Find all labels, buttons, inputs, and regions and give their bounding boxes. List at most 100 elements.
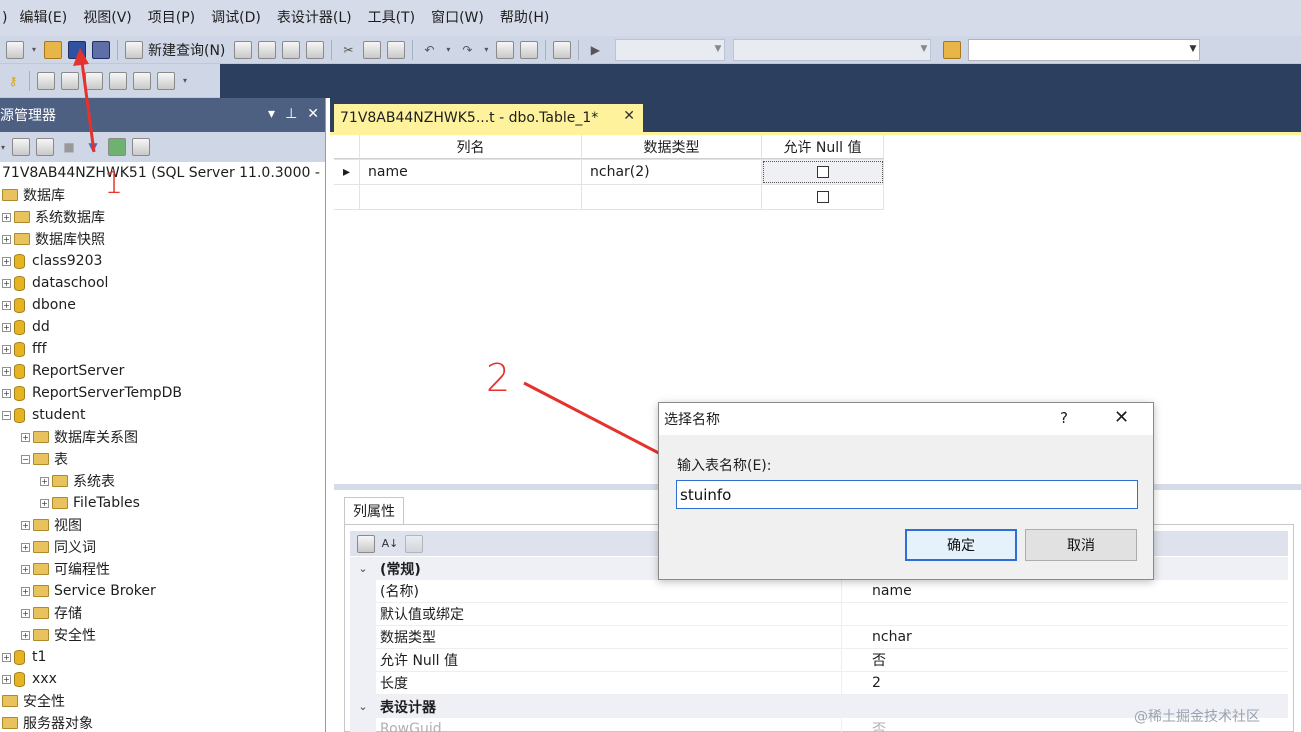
solution-platform-combo[interactable]: ▼ xyxy=(733,38,932,61)
close-icon[interactable]: ✕ xyxy=(623,108,635,124)
tree-node[interactable]: − student xyxy=(0,404,86,426)
tree-node[interactable]: 服务器对象 xyxy=(0,712,93,732)
xmla-query-icon[interactable] xyxy=(306,40,325,59)
property-row[interactable]: (名称) name xyxy=(350,580,1288,603)
expand-icon[interactable]: + xyxy=(2,322,11,332)
table-row[interactable] xyxy=(334,185,884,210)
expand-icon[interactable]: + xyxy=(21,564,30,574)
menu-item-file-partial[interactable]: ) xyxy=(0,0,11,36)
disconnect-icon[interactable] xyxy=(36,138,54,156)
chevron-down-icon[interactable]: ⌄ xyxy=(350,557,376,580)
close-icon[interactable]: ✕ xyxy=(307,106,319,122)
expand-icon[interactable]: + xyxy=(2,674,11,684)
check-constraints-icon[interactable] xyxy=(133,71,151,90)
menu-item-help[interactable]: 帮助(H) xyxy=(492,0,557,36)
table-row[interactable]: ▸ name nchar(2) xyxy=(334,160,884,185)
property-value[interactable] xyxy=(842,603,1288,626)
copy-icon[interactable] xyxy=(363,40,382,59)
pin-icon[interactable]: ⊥ xyxy=(285,106,297,122)
tree-node[interactable]: + 视图 xyxy=(0,514,82,536)
filter-icon[interactable]: ▼ xyxy=(84,138,102,156)
dropdown-arrow-icon[interactable]: ▾ xyxy=(30,41,38,59)
allow-null-checkbox[interactable] xyxy=(816,166,829,178)
expand-icon[interactable]: + xyxy=(40,476,49,486)
allow-null-cell[interactable] xyxy=(762,185,884,209)
start-debugging-icon[interactable]: ▶ xyxy=(586,41,604,59)
activity-icon[interactable] xyxy=(132,138,150,156)
new-query-button[interactable]: 新建查询(N) xyxy=(148,40,225,60)
ok-button[interactable]: 确定 xyxy=(905,529,1017,561)
row-selector[interactable] xyxy=(334,185,360,209)
undo-icon[interactable]: ↶ xyxy=(420,41,438,59)
expand-icon[interactable]: + xyxy=(21,520,30,530)
menu-item-edit[interactable]: 编辑(E) xyxy=(11,0,75,36)
tree-node[interactable]: + dd xyxy=(0,316,50,338)
tree-node[interactable]: + 数据库快照 xyxy=(0,228,105,250)
find-combo[interactable]: ▼ xyxy=(968,38,1201,61)
tree-node[interactable]: + 系统表 xyxy=(0,470,115,492)
tree-node[interactable]: + 同义词 xyxy=(0,536,96,558)
tree-node[interactable]: + t1 xyxy=(0,646,46,668)
tree-node[interactable]: + 系统数据库 xyxy=(0,206,105,228)
expand-icon[interactable]: + xyxy=(21,630,30,640)
expand-icon[interactable]: + xyxy=(2,344,11,354)
open-file-icon[interactable] xyxy=(44,40,62,59)
tree-node[interactable]: 71V8AB44NZHWK51 (SQL Server 11.0.3000 - xyxy=(0,162,320,184)
tree-node[interactable]: + 安全性 xyxy=(0,624,96,646)
table-name-input[interactable] xyxy=(676,480,1138,509)
panel-menu-icon[interactable]: ▾ xyxy=(268,106,275,122)
expand-icon[interactable]: + xyxy=(21,586,30,596)
find-in-files-icon[interactable] xyxy=(943,40,962,59)
save-icon[interactable] xyxy=(68,40,86,59)
analysis-query-icon[interactable] xyxy=(258,40,277,59)
tree-node[interactable]: + fff xyxy=(0,338,47,360)
menu-item-tools[interactable]: 工具(T) xyxy=(360,0,423,36)
column-name-cell[interactable] xyxy=(360,185,582,209)
property-row[interactable]: 默认值或绑定 xyxy=(350,603,1288,626)
menu-item-view[interactable]: 视图(V) xyxy=(75,0,140,36)
refresh-icon[interactable] xyxy=(108,138,126,156)
tree-node[interactable]: − 表 xyxy=(0,448,68,470)
tree-node[interactable]: + xxx xyxy=(0,668,57,690)
expand-icon[interactable]: + xyxy=(2,388,11,398)
column-name-cell[interactable]: name xyxy=(360,160,582,184)
dropdown-arrow-icon[interactable]: ▾ xyxy=(444,41,452,59)
spatial-index-icon[interactable] xyxy=(157,71,175,90)
expand-icon[interactable]: + xyxy=(2,652,11,662)
menu-item-table-designer[interactable]: 表设计器(L) xyxy=(269,0,360,36)
expand-icon[interactable]: + xyxy=(2,234,11,244)
cancel-button[interactable]: 取消 xyxy=(1025,529,1137,561)
fulltext-index-icon[interactable] xyxy=(85,71,103,90)
xml-index-icon[interactable] xyxy=(109,71,127,90)
menu-item-window[interactable]: 窗口(W) xyxy=(423,0,492,36)
connect-icon[interactable] xyxy=(12,138,30,156)
property-row[interactable]: 允许 Null 值否 xyxy=(350,649,1288,672)
activity-monitor-icon[interactable] xyxy=(553,40,572,59)
tree-node[interactable]: + class9203 xyxy=(0,250,102,272)
document-tab-table-1[interactable]: 71V8AB44NZHWK5...t - dbo.Table_1* ✕ xyxy=(334,104,643,132)
property-value[interactable]: nchar xyxy=(842,626,1288,649)
help-icon[interactable]: ? xyxy=(1060,409,1068,427)
categorized-icon[interactable] xyxy=(357,534,375,553)
tree-node[interactable]: + ReportServer xyxy=(0,360,124,382)
close-icon[interactable]: ✕ xyxy=(1114,407,1129,428)
dropdown-arrow-icon[interactable]: ▾ xyxy=(482,41,490,59)
expand-icon[interactable]: + xyxy=(2,256,11,266)
save-all-icon[interactable] xyxy=(92,40,110,59)
tree-node[interactable]: + 数据库关系图 xyxy=(0,426,138,448)
chevron-down-icon[interactable]: ⌄ xyxy=(350,695,376,718)
redo-icon[interactable]: ↷ xyxy=(458,41,476,59)
property-value[interactable]: 2 xyxy=(842,672,1288,695)
sort-alphabetical-icon[interactable]: A↓ xyxy=(381,535,399,553)
tree-node[interactable]: + dbone xyxy=(0,294,76,316)
tree-node[interactable]: + FileTables xyxy=(0,492,140,514)
new-query-icon[interactable] xyxy=(125,40,143,59)
connect-dropdown-icon[interactable]: ▾ xyxy=(0,138,6,156)
paste-icon[interactable] xyxy=(387,40,406,59)
navigate-backward-icon[interactable] xyxy=(496,40,515,59)
expand-icon[interactable]: + xyxy=(2,278,11,288)
property-row[interactable]: 数据类型 nchar xyxy=(350,626,1288,649)
allow-null-checkbox[interactable] xyxy=(816,191,829,203)
tree-node[interactable]: + dataschool xyxy=(0,272,108,294)
collapse-icon[interactable]: − xyxy=(2,410,11,420)
